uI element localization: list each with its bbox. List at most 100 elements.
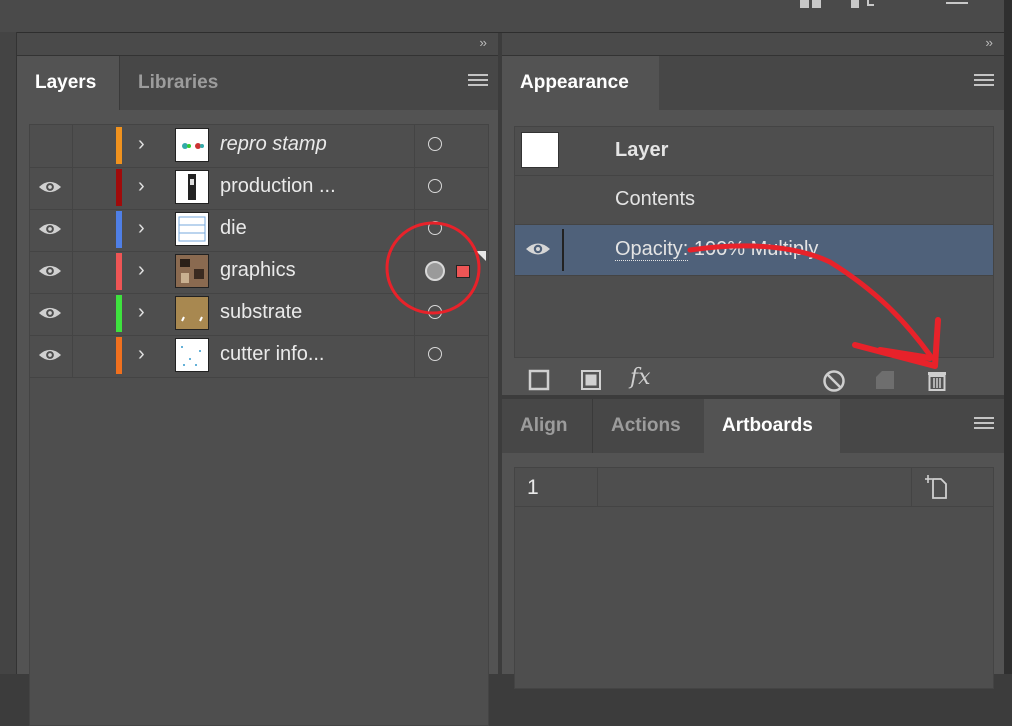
target-icon[interactable]: [428, 305, 442, 319]
eye-icon[interactable]: [38, 346, 62, 364]
current-layer-indicator-icon: [476, 251, 486, 261]
artboards-list: 1: [514, 467, 994, 689]
visibility-toggle-empty[interactable]: [38, 136, 62, 154]
appearance-footer: fx: [502, 361, 1006, 395]
layer-name[interactable]: repro stamp: [220, 133, 327, 156]
tab-actions[interactable]: Actions: [592, 399, 704, 453]
appearance-tab-bar: Appearance: [502, 56, 1004, 110]
layers-panel-menu-icon[interactable]: [468, 74, 488, 88]
layer-row[interactable]: › production ...: [30, 167, 488, 210]
layer-name[interactable]: graphics: [220, 259, 296, 282]
row-divider: [414, 251, 415, 293]
layer-row[interactable]: › cutter info...: [30, 335, 488, 378]
delete-item-icon[interactable]: [926, 369, 948, 391]
appearance-list: Layer Contents Opacity: 100% Multiply: [514, 126, 994, 358]
row-divider: [72, 167, 73, 209]
expand-chevron-icon[interactable]: ›: [138, 259, 145, 282]
appearance-contents-label: Contents: [615, 188, 696, 210]
new-fill-icon[interactable]: [580, 369, 602, 391]
row-divider: [414, 209, 415, 251]
tab-layers[interactable]: Layers: [17, 56, 119, 110]
target-icon[interactable]: [428, 221, 442, 235]
application-top-bar: [0, 0, 1012, 33]
layer-name[interactable]: die: [220, 217, 247, 240]
tab-libraries[interactable]: Libraries: [119, 56, 243, 110]
arrange-icon[interactable]: [848, 0, 878, 10]
artboard-options-icon[interactable]: [925, 474, 949, 500]
layers-collapse-strip[interactable]: ››: [17, 33, 498, 56]
appearance-collapse-strip[interactable]: ››: [502, 33, 1004, 56]
layer-color-bar: [116, 169, 122, 206]
eye-icon[interactable]: [38, 304, 62, 322]
layer-thumbnail: [175, 128, 209, 162]
layer-row[interactable]: › repro stamp: [30, 125, 488, 168]
row-divider: [72, 209, 73, 251]
row-divider: [414, 293, 415, 335]
clear-appearance-icon[interactable]: [822, 369, 846, 393]
layers-tab-bar: Layers Libraries: [17, 56, 498, 110]
row-divider: [72, 125, 73, 167]
layer-color-bar: [116, 211, 122, 248]
tab-artboards[interactable]: Artboards: [704, 399, 840, 453]
layers-panel: Layers Libraries › repro stamp › production…: [17, 56, 498, 726]
layer-color-bar: [116, 127, 122, 164]
layer-swatch: [521, 132, 559, 168]
appearance-layer-label: Layer: [615, 139, 669, 161]
appearance-row-layer[interactable]: Layer: [515, 127, 993, 176]
tab-appearance[interactable]: Appearance: [502, 56, 659, 110]
eye-icon[interactable]: [38, 220, 62, 238]
opacity-value: 100% Multiply: [693, 238, 819, 260]
panel-menu-top-icon[interactable]: [942, 0, 972, 10]
target-icon[interactable]: [428, 347, 442, 361]
layer-thumbnail: [175, 338, 209, 372]
layer-row[interactable]: › substrate: [30, 293, 488, 336]
appearance-panel-menu-icon[interactable]: [974, 74, 994, 88]
layer-name[interactable]: production ...: [220, 175, 336, 198]
expand-chevron-icon[interactable]: ›: [138, 343, 145, 366]
selection-indicator[interactable]: [456, 265, 470, 278]
artboards-panel: Align Actions Artboards 1: [502, 399, 1004, 689]
target-icon[interactable]: [428, 179, 442, 193]
row-divider: [72, 335, 73, 377]
expand-chevron-icon[interactable]: ›: [138, 175, 145, 198]
tab-align[interactable]: Align: [502, 399, 592, 453]
row-divider: [72, 293, 73, 335]
layers-list: › repro stamp › production ... › die › graphics…: [29, 124, 489, 726]
layer-thumbnail: [175, 254, 209, 288]
appearance-panel: Appearance Layer Contents Opacity: 100% …: [502, 56, 1004, 395]
row-divider: [597, 468, 598, 506]
artboard-row[interactable]: 1: [515, 468, 993, 507]
layer-thumbnail: [175, 296, 209, 330]
layer-color-bar: [116, 253, 122, 290]
eye-icon[interactable]: [38, 178, 62, 196]
layer-thumbnail: [175, 170, 209, 204]
eye-icon[interactable]: [525, 240, 551, 258]
eye-icon[interactable]: [38, 262, 62, 280]
new-stroke-icon[interactable]: [528, 369, 550, 391]
layer-color-bar: [116, 337, 122, 374]
opacity-link[interactable]: Opacity:: [615, 238, 689, 261]
target-icon[interactable]: [425, 261, 445, 281]
layer-row[interactable]: › die: [30, 209, 488, 252]
collapse-chevron-icon[interactable]: ››: [985, 35, 993, 50]
layer-name[interactable]: cutter info...: [220, 343, 325, 366]
row-divider: [414, 125, 415, 167]
appearance-row-opacity[interactable]: Opacity: 100% Multiply: [515, 225, 993, 276]
row-divider: [414, 335, 415, 377]
duplicate-item-icon[interactable]: [874, 369, 896, 391]
artboards-panel-menu-icon[interactable]: [974, 417, 994, 431]
target-icon[interactable]: [428, 137, 442, 151]
collapse-chevron-icon[interactable]: ››: [479, 35, 487, 50]
expand-chevron-icon[interactable]: ›: [138, 217, 145, 240]
layer-thumbnail: [175, 212, 209, 246]
row-divider: [911, 468, 912, 506]
fx-icon[interactable]: fx: [630, 365, 651, 390]
left-dock-edge: [0, 32, 17, 674]
appearance-row-contents[interactable]: Contents: [515, 176, 993, 225]
layer-name[interactable]: substrate: [220, 301, 302, 324]
expand-chevron-icon[interactable]: ›: [138, 133, 145, 156]
layer-row[interactable]: › graphics: [30, 251, 488, 294]
expand-chevron-icon[interactable]: ›: [138, 301, 145, 324]
row-divider: [72, 251, 73, 293]
workspace-icon[interactable]: [798, 0, 824, 10]
